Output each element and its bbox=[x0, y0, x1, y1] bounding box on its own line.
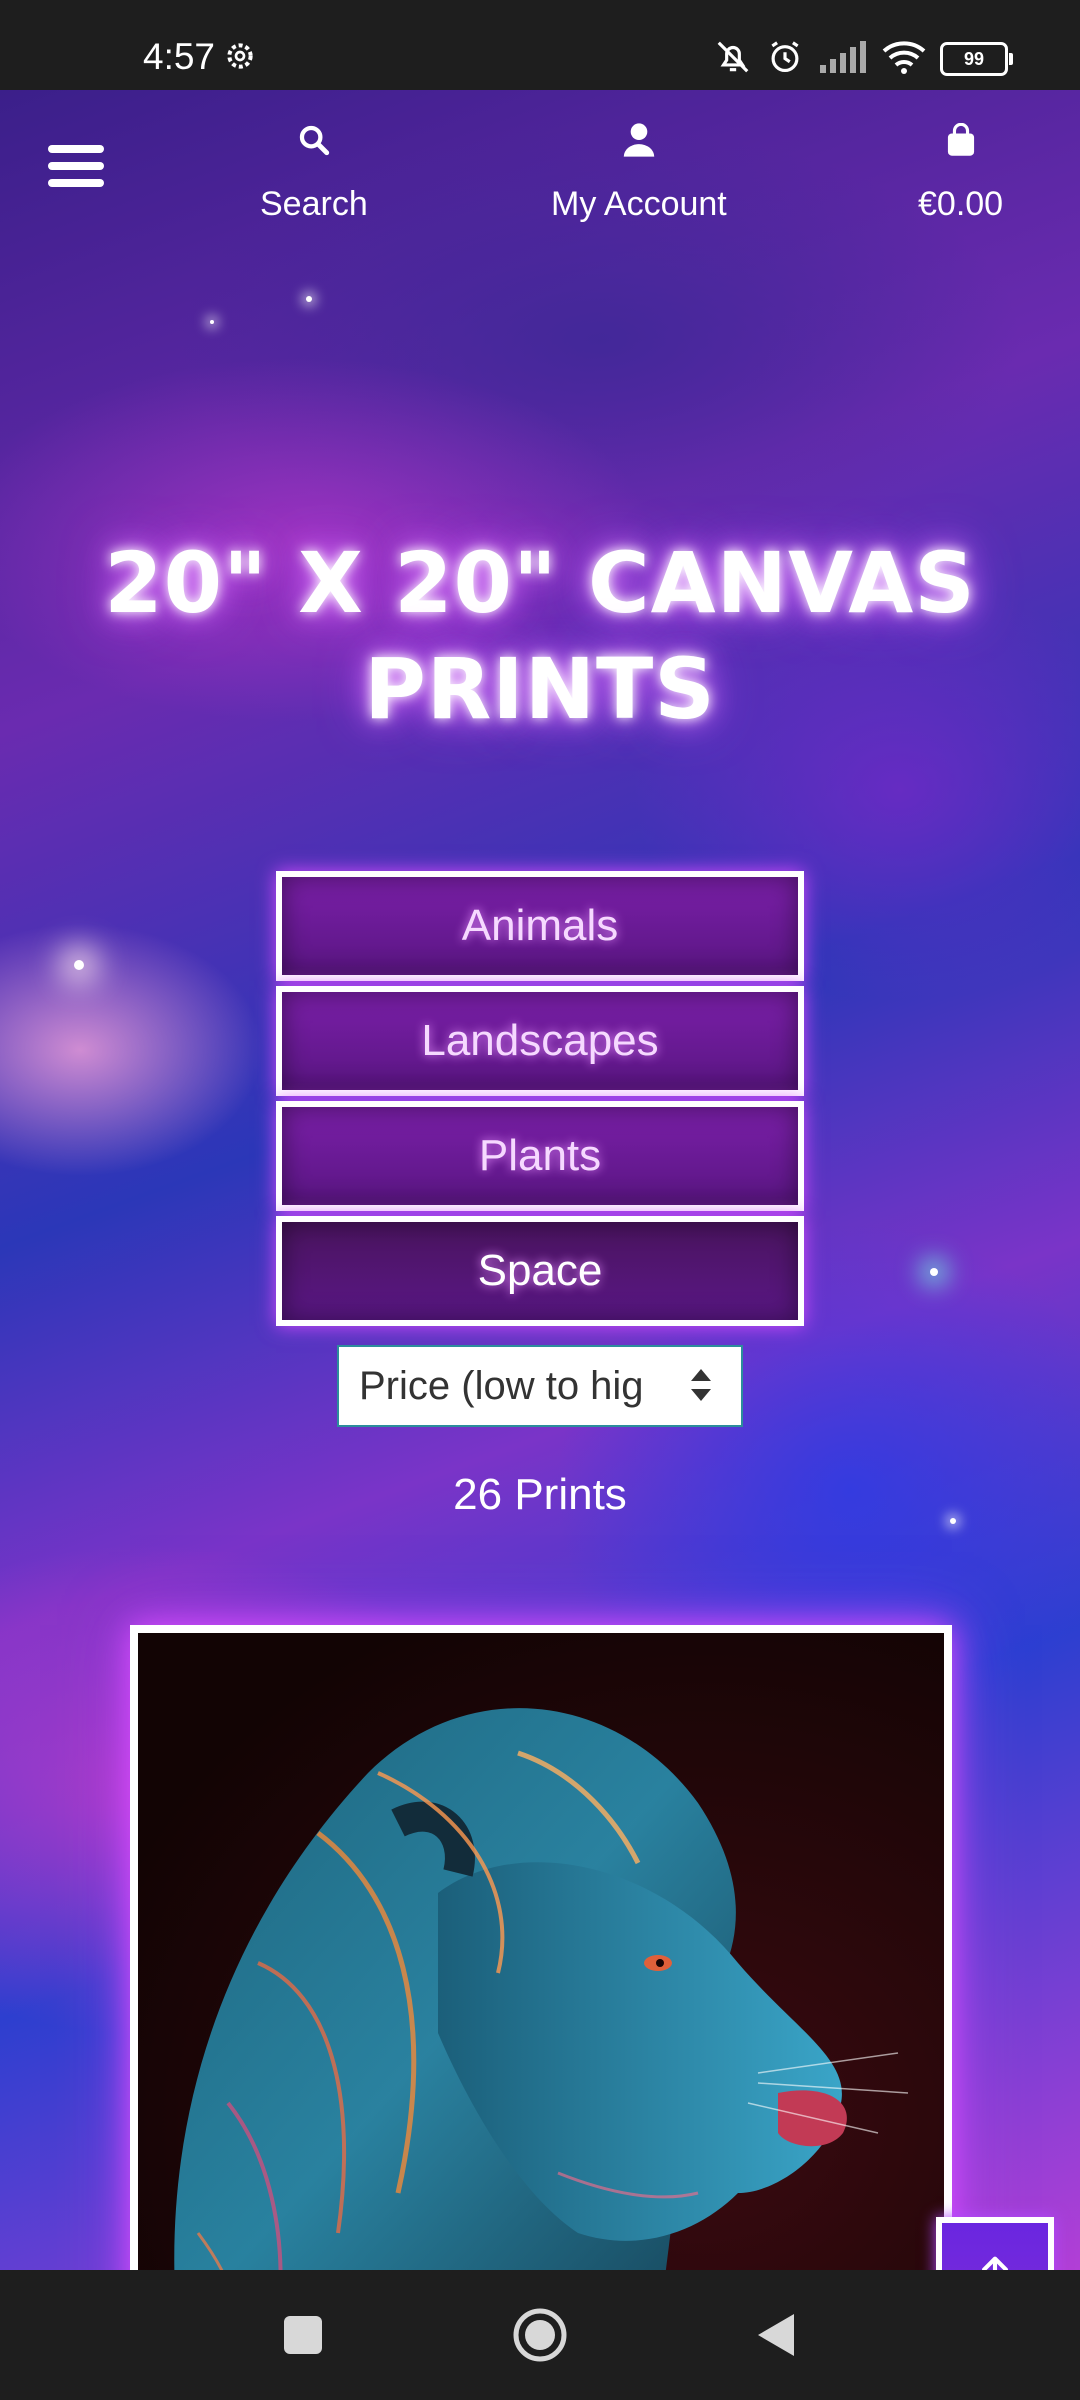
alarm-icon bbox=[766, 38, 804, 80]
menu-button[interactable] bbox=[48, 145, 104, 195]
settings-icon bbox=[224, 40, 256, 76]
search-icon bbox=[260, 115, 368, 165]
signal-icon bbox=[818, 39, 868, 79]
recents-square-icon[interactable] bbox=[282, 2314, 324, 2360]
sort-value: Price (low to hig bbox=[359, 1363, 644, 1408]
status-time: 4:57 bbox=[143, 36, 216, 77]
product-card[interactable] bbox=[130, 1625, 952, 2270]
battery-icon: 99 bbox=[940, 42, 1013, 76]
back-to-top-button[interactable] bbox=[936, 2217, 1054, 2270]
bell-off-icon bbox=[714, 38, 752, 80]
status-icons: 99 bbox=[714, 38, 1013, 80]
sort-arrows-icon bbox=[689, 1365, 713, 1415]
hamburger-icon-bar bbox=[48, 162, 104, 170]
star-decoration bbox=[930, 1268, 938, 1276]
arrow-up-icon bbox=[980, 2255, 1010, 2270]
category-landscapes-button[interactable]: Landscapes bbox=[276, 986, 804, 1096]
category-plants-button[interactable]: Plants bbox=[276, 1101, 804, 1211]
wifi-icon bbox=[882, 39, 926, 79]
star-decoration bbox=[306, 296, 312, 302]
my-account-button[interactable]: My Account bbox=[551, 115, 727, 224]
lion-artwork-image bbox=[138, 1633, 944, 2270]
home-circle-icon[interactable] bbox=[512, 2307, 568, 2367]
cart-button[interactable]: €0.00 bbox=[918, 115, 1003, 224]
search-button[interactable]: Search bbox=[260, 115, 368, 224]
prints-count: 26 Prints bbox=[453, 1470, 627, 1519]
user-icon bbox=[551, 115, 727, 165]
shopping-bag-icon bbox=[918, 115, 1003, 165]
search-label: Search bbox=[260, 185, 368, 223]
my-account-label: My Account bbox=[551, 185, 727, 223]
category-animals-button[interactable]: Animals bbox=[276, 871, 804, 981]
hamburger-icon-bar bbox=[48, 179, 104, 187]
category-space-button[interactable]: Space bbox=[276, 1216, 804, 1326]
back-triangle-icon[interactable] bbox=[756, 2312, 796, 2362]
cart-total: €0.00 bbox=[918, 185, 1004, 223]
star-decoration bbox=[210, 320, 214, 324]
page-title: 20" X 20" CANVAS PRINTS bbox=[104, 534, 976, 738]
hamburger-icon bbox=[48, 145, 104, 153]
status-bar: 4:57 99 bbox=[0, 0, 1080, 90]
page-content: Search My Account €0.00 20" X 20" CANVAS… bbox=[0, 90, 1080, 2270]
star-decoration bbox=[74, 960, 84, 970]
system-navigation-bar bbox=[0, 2270, 1080, 2400]
sort-select[interactable]: Price (low to hig bbox=[337, 1345, 743, 1427]
category-list: Animals Landscapes Plants Space bbox=[276, 871, 804, 1331]
